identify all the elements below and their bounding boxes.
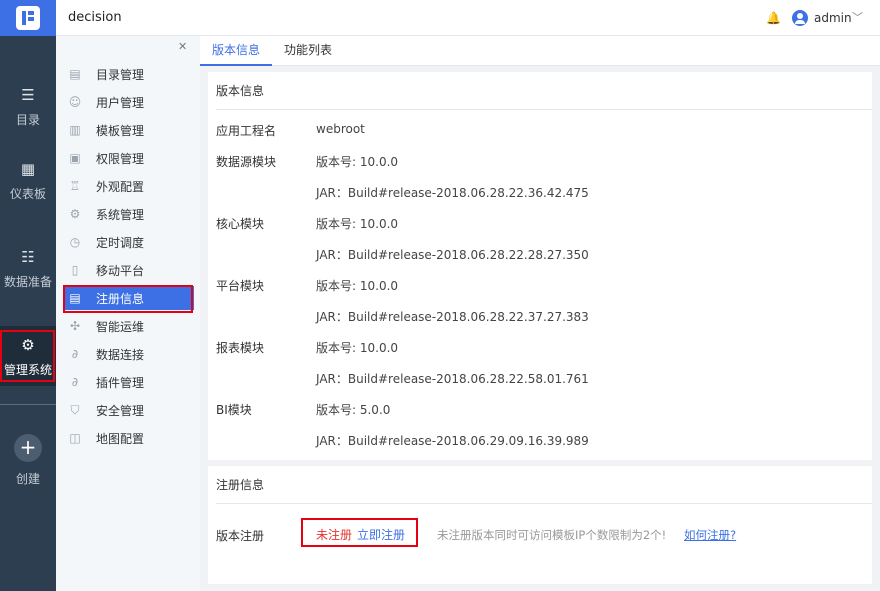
pin-icon[interactable]: ✕: [178, 40, 187, 53]
catalog-icon: ▤: [69, 67, 81, 81]
sidebar-item-label: 外观配置: [96, 179, 145, 194]
paint-roller-icon: ♖: [69, 179, 81, 193]
tab-bar: 版本信息 功能列表: [200, 36, 880, 66]
shield-icon: ⛉: [70, 403, 80, 417]
panel-title: 注册信息: [216, 466, 872, 504]
sidebar-item-permission-mgmt[interactable]: ▣ 权限管理: [64, 146, 194, 170]
module-name-label: 报表模块: [216, 341, 265, 355]
map-icon: ◫: [69, 431, 81, 445]
sidebar-item-plugin-mgmt[interactable]: ∂ 插件管理: [64, 370, 194, 394]
rail-item-label: 数据准备: [3, 274, 52, 289]
main-content: 版本信息 功能列表 版本信息 应用工程名 webroot 数据源模块版本号: 1…: [200, 36, 880, 591]
mobile-icon: ▯: [71, 263, 79, 277]
sidebar-item-registration[interactable]: ▤ 注册信息: [64, 286, 194, 310]
link-icon: ∂: [71, 347, 79, 361]
create-label: 创建: [15, 471, 40, 486]
registration-panel: 注册信息 版本注册 未注册 立即注册 未注册版本同时可访问模板IP个数限制为2个…: [208, 466, 872, 584]
module-jar-value: JAR：Build#release-2018.06.29.09.16.39.98…: [316, 434, 589, 448]
module-version-value: 版本号: 10.0.0: [316, 279, 399, 293]
database-icon: ☷: [21, 247, 35, 266]
module-jar-value: JAR：Build#release-2018.06.28.22.28.27.35…: [316, 248, 589, 262]
plugin-icon: ∂: [71, 375, 79, 389]
rail-item-management[interactable]: ⚙ 管理系统: [0, 326, 56, 386]
rail-item-label: 管理系统: [3, 362, 52, 377]
sidebar-item-ops[interactable]: ✣ 智能运维: [64, 314, 194, 338]
network-icon: ✣: [69, 319, 81, 333]
sidebar-item-template-mgmt[interactable]: ▥ 模板管理: [64, 118, 194, 142]
module-version-value: 版本号: 5.0.0: [316, 403, 391, 417]
bell-icon[interactable]: 🔔: [766, 11, 781, 25]
settings-icon: ⚙: [69, 207, 81, 221]
rail-item-label: 仪表板: [9, 186, 46, 201]
plus-icon: +: [14, 433, 42, 462]
module-name-label: 核心模块: [216, 217, 265, 231]
user-name[interactable]: admin: [814, 11, 852, 25]
how-to-register-link[interactable]: 如何注册?: [684, 527, 736, 543]
avatar[interactable]: [792, 10, 808, 26]
rail-item-create[interactable]: + 创建: [0, 430, 56, 490]
module-name-label: 平台模块: [216, 279, 265, 293]
list-icon: ☰: [21, 85, 35, 104]
sidebar-item-system-mgmt[interactable]: ⚙ 系统管理: [64, 202, 194, 226]
logo-mark-icon: [16, 6, 40, 30]
tab-version-info[interactable]: 版本信息: [200, 36, 273, 66]
module-jar-value: JAR：Build#release-2018.06.28.22.58.01.76…: [316, 372, 589, 386]
sidebar-item-map-config[interactable]: ◫ 地图配置: [64, 426, 194, 450]
sidebar-item-catalog-mgmt[interactable]: ▤ 目录管理: [64, 62, 194, 86]
app-logo[interactable]: [0, 0, 56, 36]
ip-limit-note: 未注册版本同时可访问模板IP个数限制为2个!: [437, 528, 667, 542]
sidebar-item-label: 安全管理: [96, 403, 145, 418]
sidebar-item-label: 系统管理: [96, 207, 145, 222]
sidebar-item-label: 插件管理: [96, 375, 145, 390]
rail-item-label: 目录: [15, 112, 40, 127]
rail-item-data-prep[interactable]: ☷ 数据准备: [0, 238, 56, 298]
sidebar-item-label: 移动平台: [96, 263, 145, 278]
gear-icon: ⚙: [21, 335, 35, 354]
sidebar-item-label: 用户管理: [96, 95, 145, 110]
registration-status: 未注册: [316, 528, 353, 542]
rail-item-catalog[interactable]: ☰ 目录: [0, 76, 56, 136]
app-name-value: webroot: [316, 122, 365, 136]
registration-icon: ▤: [69, 291, 81, 305]
timer-icon: ◷: [69, 235, 81, 249]
module-version-value: 版本号: 10.0.0: [316, 341, 399, 355]
chevron-down-icon[interactable]: ﹀: [852, 9, 863, 25]
module-name-label: 数据源模块: [216, 155, 277, 169]
sidebar-item-appearance[interactable]: ♖ 外观配置: [64, 174, 194, 198]
sidebar-item-label: 智能运维: [96, 319, 145, 334]
lock-icon: ▣: [69, 151, 81, 165]
tab-feature-list[interactable]: 功能列表: [272, 36, 344, 66]
module-version-value: 版本号: 10.0.0: [316, 217, 399, 231]
dashboard-icon: ▦: [20, 159, 36, 178]
app-name-label: 应用工程名: [216, 124, 277, 138]
module-version-value: 版本号: 10.0.0: [316, 155, 399, 169]
sidebar-item-label: 权限管理: [96, 151, 145, 166]
module-jar-value: JAR：Build#release-2018.06.28.22.36.42.47…: [316, 186, 589, 200]
module-jar-value: JAR：Build#release-2018.06.28.22.37.27.38…: [316, 310, 589, 324]
module-name-label: BI模块: [216, 403, 252, 417]
version-info-panel: 版本信息 应用工程名 webroot 数据源模块 版本号: 10.0.0 JAR：B…: [208, 72, 872, 460]
sidebar-item-label: 地图配置: [96, 431, 145, 446]
sidebar-item-security[interactable]: ⛉ 安全管理: [64, 398, 194, 422]
template-icon: ▥: [69, 123, 81, 137]
rail-divider: [0, 404, 56, 405]
sidebar-item-label: 模板管理: [96, 123, 145, 138]
user-icon: ☺: [68, 95, 82, 109]
sidebar-item-scheduler[interactable]: ◷ 定时调度: [64, 230, 194, 254]
sidebar-item-label: 目录管理: [96, 67, 145, 82]
version-register-label: 版本注册: [216, 529, 265, 543]
main-rail: ☰ 目录 ▦ 仪表板 ☷ 数据准备 ⚙ 管理系统 + 创建: [0, 0, 56, 591]
sidebar-item-label: 定时调度: [96, 235, 145, 250]
sidebar-item-label: 注册信息: [96, 291, 145, 306]
rail-item-dashboard[interactable]: ▦ 仪表板: [0, 150, 56, 210]
panel-title: 版本信息: [216, 72, 872, 110]
register-now-link[interactable]: 立即注册: [357, 526, 405, 543]
sidebar-item-data-connection[interactable]: ∂ 数据连接: [64, 342, 194, 366]
app-title: decision: [68, 10, 122, 25]
management-sidebar: ✕ ▤ 目录管理 ☺ 用户管理 ▥ 模板管理 ▣ 权限管理 ♖ 外观配置 ⚙ 系统管理 ◷ 定…: [56, 36, 200, 591]
sidebar-item-user-mgmt[interactable]: ☺ 用户管理: [64, 90, 194, 114]
sidebar-item-mobile[interactable]: ▯ 移动平台: [64, 258, 194, 282]
sidebar-item-label: 数据连接: [96, 347, 145, 362]
top-bar: decision 🔔 admin ﹀: [56, 0, 880, 36]
